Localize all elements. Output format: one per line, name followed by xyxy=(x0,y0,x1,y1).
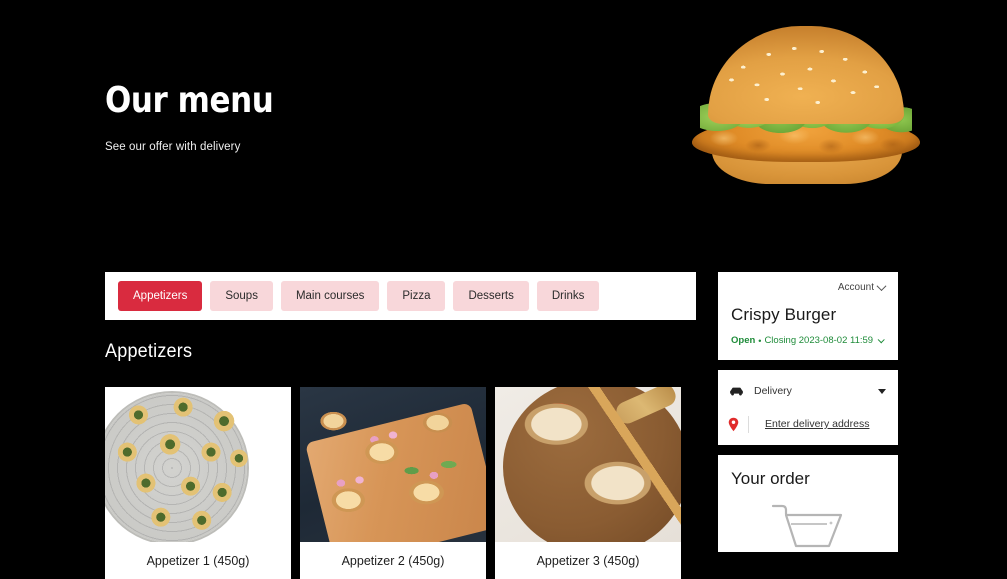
hero-burger-image xyxy=(686,26,926,184)
restaurant-name: Crispy Burger xyxy=(731,305,837,324)
hero-section: Our menu See our offer with delivery xyxy=(0,0,1007,265)
delivery-address-row[interactable]: Enter delivery address xyxy=(728,412,888,436)
delivery-method-select[interactable]: Delivery xyxy=(728,379,888,403)
tab-desserts[interactable]: Desserts xyxy=(453,281,529,311)
product-name: Appetizer 2 (450g) xyxy=(341,554,445,568)
product-image-appetizer-1 xyxy=(105,387,291,542)
map-pin-icon xyxy=(728,417,739,431)
product-card[interactable]: Appetizer 2 (450g) xyxy=(300,387,486,579)
tab-appetizers[interactable]: Appetizers xyxy=(118,281,203,311)
order-title: Your order xyxy=(731,469,810,488)
chevron-down-icon xyxy=(878,388,886,394)
delivery-address-input[interactable]: Enter delivery address xyxy=(765,418,869,430)
product-card[interactable]: Appetizer 3 (450g) xyxy=(495,387,681,579)
menu-page: Our menu See our offer with delivery App… xyxy=(0,0,1007,579)
restaurant-card: Account Crispy Burger Open • Closing 202… xyxy=(718,272,898,360)
sidebar: Account Crispy Burger Open • Closing 202… xyxy=(718,272,898,562)
product-grid: Appetizer 1 (450g) Appetizer 2 (450g) Ap… xyxy=(105,387,681,579)
section-title: Appetizers xyxy=(105,341,193,362)
divider xyxy=(748,415,749,433)
empty-cart xyxy=(731,501,885,551)
product-image-appetizer-2 xyxy=(300,387,486,542)
status-separator: • xyxy=(758,335,762,346)
tab-soups[interactable]: Soups xyxy=(210,281,273,311)
chevron-down-icon xyxy=(877,336,885,344)
page-title: Our menu xyxy=(105,80,274,121)
product-name: Appetizer 1 (450g) xyxy=(146,554,250,568)
honey-dipper xyxy=(613,387,679,427)
chevron-down-icon xyxy=(876,281,887,292)
product-card[interactable]: Appetizer 1 (450g) xyxy=(105,387,291,579)
burger-top-bun xyxy=(708,26,904,124)
account-label: Account xyxy=(837,282,874,293)
delivery-method-label: Delivery xyxy=(754,385,792,397)
product-name: Appetizer 3 (450g) xyxy=(536,554,640,568)
tab-pizza[interactable]: Pizza xyxy=(387,281,446,311)
order-card: Your order xyxy=(718,455,898,552)
shopping-basket-icon xyxy=(771,504,843,548)
account-menu[interactable]: Account xyxy=(731,281,887,293)
opening-status[interactable]: Open • Closing 2023-08-02 11:59 xyxy=(731,335,885,346)
car-icon xyxy=(730,387,743,395)
page-subtitle: See our offer with delivery xyxy=(105,141,241,153)
status-badge: Open xyxy=(731,335,756,346)
delivery-card: Delivery Enter delivery address xyxy=(718,370,898,445)
tab-drinks[interactable]: Drinks xyxy=(536,281,600,311)
category-tabs: Appetizers Soups Main courses Pizza Dess… xyxy=(105,272,696,320)
product-image-appetizer-3 xyxy=(495,387,681,542)
tab-main-courses[interactable]: Main courses xyxy=(280,281,380,311)
closing-time: Closing 2023-08-02 11:59 xyxy=(764,335,874,346)
